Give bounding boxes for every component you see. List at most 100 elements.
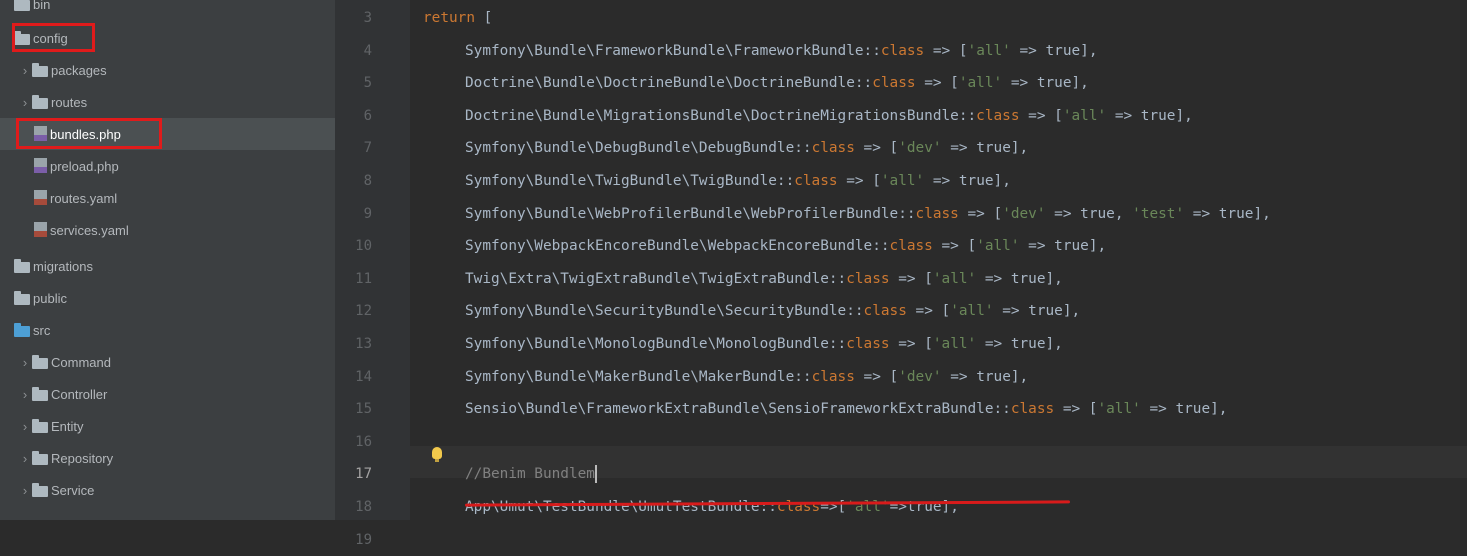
- chevron-right-icon[interactable]: ›: [20, 451, 30, 466]
- folder-icon: [32, 95, 48, 109]
- chevron-right-icon[interactable]: ›: [20, 419, 30, 434]
- string-literal: 'all': [932, 270, 977, 287]
- sidebar-item-routes-yaml[interactable]: routes.yaml: [0, 182, 335, 214]
- code-editor[interactable]: return [Symfony\Bundle\FrameworkBundle\F…: [410, 0, 1467, 520]
- code-text: => true],: [1019, 238, 1107, 255]
- code-class-path: Symfony\Bundle\SecurityBundle\SecurityBu…: [465, 303, 864, 320]
- sidebar-item-services-yaml[interactable]: services.yaml: [0, 214, 335, 246]
- sidebar-item-label: migrations: [33, 258, 93, 274]
- string-literal: 'all': [932, 336, 977, 352]
- string-literal: 'all': [976, 238, 1020, 255]
- folder-icon: [32, 451, 48, 465]
- line-number: 13: [355, 336, 372, 352]
- line-number: 4: [363, 42, 372, 59]
- code-text: => true],: [924, 173, 1011, 189]
- code-text: => true],: [1184, 205, 1271, 222]
- sidebar-item-public[interactable]: public: [0, 282, 335, 314]
- sidebar-item-service[interactable]: › Service: [0, 474, 335, 506]
- yaml-file-icon: [34, 190, 47, 205]
- sidebar-item-label: packages: [51, 62, 107, 78]
- code-class-path: Symfony\Bundle\MonologBundle\MonologBund…: [465, 336, 847, 352]
- code-line: Twig\Extra\TwigExtraBundle\TwigExtraBund…: [465, 263, 1063, 295]
- code-comment: //Benim Bundlem: [465, 466, 595, 483]
- sidebar-item-repository[interactable]: › Repository: [0, 442, 335, 474]
- php-file-icon: [34, 158, 47, 173]
- code-text: => true],: [1010, 42, 1098, 59]
- code-text: => true],: [1140, 401, 1228, 418]
- sidebar-item-label: Command: [51, 354, 111, 370]
- code-text: => [: [906, 303, 951, 320]
- code-text: => true],: [976, 270, 1063, 287]
- code-class-path: Symfony\Bundle\TwigBundle\TwigBundle::: [465, 173, 795, 189]
- code-line: Symfony\WebpackEncoreBundle\WebpackEncor…: [465, 230, 1106, 262]
- keyword-class: class: [846, 336, 890, 352]
- sidebar-item-packages[interactable]: › packages: [0, 54, 335, 86]
- sidebar-item-label: bin: [33, 0, 51, 12]
- chevron-right-icon[interactable]: ›: [20, 95, 30, 110]
- folder-icon: [32, 355, 48, 369]
- folder-icon: [32, 63, 48, 77]
- code-class-path: Symfony\Bundle\FrameworkBundle\Framework…: [465, 42, 881, 59]
- keyword-class: class: [872, 75, 916, 92]
- chevron-right-icon[interactable]: ›: [20, 387, 30, 402]
- code-text: => [: [932, 238, 977, 255]
- code-class-path: Symfony\WebpackEncoreBundle\WebpackEncor…: [465, 238, 890, 255]
- code-line: Symfony\Bundle\SecurityBundle\SecurityBu…: [465, 295, 1080, 327]
- keyword-class: class: [915, 205, 959, 222]
- code-text: => [: [889, 270, 933, 287]
- line-number: 11: [355, 270, 372, 287]
- sidebar-item-migrations[interactable]: migrations: [0, 250, 335, 282]
- line-number: 16: [355, 433, 372, 450]
- code-line: Symfony\Bundle\WebProfilerBundle\WebProf…: [465, 198, 1271, 230]
- code-text: => true],: [1106, 107, 1193, 124]
- folder-icon: [32, 419, 48, 433]
- lightbulb-icon[interactable]: [432, 447, 442, 462]
- code-text: => true],: [993, 303, 1081, 320]
- code-line: Symfony\Bundle\MakerBundle\MakerBundle::…: [465, 361, 1028, 393]
- sidebar-item-command[interactable]: › Command: [0, 346, 335, 378]
- sidebar-item-entity[interactable]: › Entity: [0, 410, 335, 442]
- line-number: 19: [355, 531, 372, 548]
- string-literal: 'all': [950, 303, 994, 320]
- code-line-comment: //Benim Bundlem: [465, 458, 597, 490]
- chevron-right-icon[interactable]: ›: [20, 483, 30, 498]
- code-line: Symfony\Bundle\MonologBundle\MonologBund…: [465, 328, 1063, 360]
- code-text: => true,: [1045, 205, 1133, 222]
- sidebar-item-routes[interactable]: › routes: [0, 86, 335, 118]
- code-class-path: Symfony\Bundle\DebugBundle\DebugBundle::: [465, 140, 812, 157]
- keyword-class: class: [976, 107, 1020, 124]
- sidebar-item-src[interactable]: src: [0, 314, 335, 346]
- string-literal: 'dev': [898, 368, 942, 385]
- project-tree: bin config › packages › routes bundles.php prel…: [0, 0, 335, 520]
- line-number: 18: [355, 499, 372, 515]
- line-number: 14: [355, 368, 372, 385]
- code-class-path: Symfony\Bundle\MakerBundle\MakerBundle::: [465, 368, 812, 385]
- sidebar-item-label: Controller: [51, 386, 108, 402]
- sidebar-item-label: services.yaml: [50, 222, 129, 238]
- line-number: 8: [363, 173, 372, 189]
- code-line: Symfony\Bundle\DebugBundle\DebugBundle::…: [465, 132, 1028, 164]
- string-literal: 'test': [1132, 205, 1185, 222]
- chevron-right-icon[interactable]: ›: [20, 355, 30, 370]
- string-literal: 'all': [967, 42, 1011, 59]
- string-literal: 'dev': [898, 140, 942, 157]
- sidebar-item-preload-php[interactable]: preload.php: [0, 150, 335, 182]
- keyword-class: class: [811, 368, 855, 385]
- string-literal: 'dev': [1002, 205, 1046, 222]
- code-text: => [: [915, 75, 959, 92]
- keyword-class: class: [846, 270, 890, 287]
- sidebar-item-controller[interactable]: › Controller: [0, 378, 335, 410]
- code-text: => [: [854, 140, 899, 157]
- chevron-right-icon[interactable]: ›: [20, 63, 30, 78]
- sidebar-item-label: Service: [51, 482, 95, 498]
- code-line: Doctrine\Bundle\MigrationsBundle\Doctrin…: [465, 100, 1193, 132]
- folder-icon: [14, 323, 30, 337]
- code-text: => [: [924, 42, 968, 59]
- sidebar-item-bin[interactable]: bin: [0, 0, 335, 20]
- code-text: => [: [889, 336, 933, 352]
- red-box-bundles-php: [16, 118, 162, 149]
- line-number-gutter: 3 4 5 6 7 8 9 10 11 12 13 14 15 16 17 18 19: [335, 0, 410, 548]
- code-line: Symfony\Bundle\TwigBundle\TwigBundle::cl…: [465, 165, 1011, 197]
- line-number: 17: [355, 466, 372, 483]
- code-text: => [: [1019, 107, 1063, 124]
